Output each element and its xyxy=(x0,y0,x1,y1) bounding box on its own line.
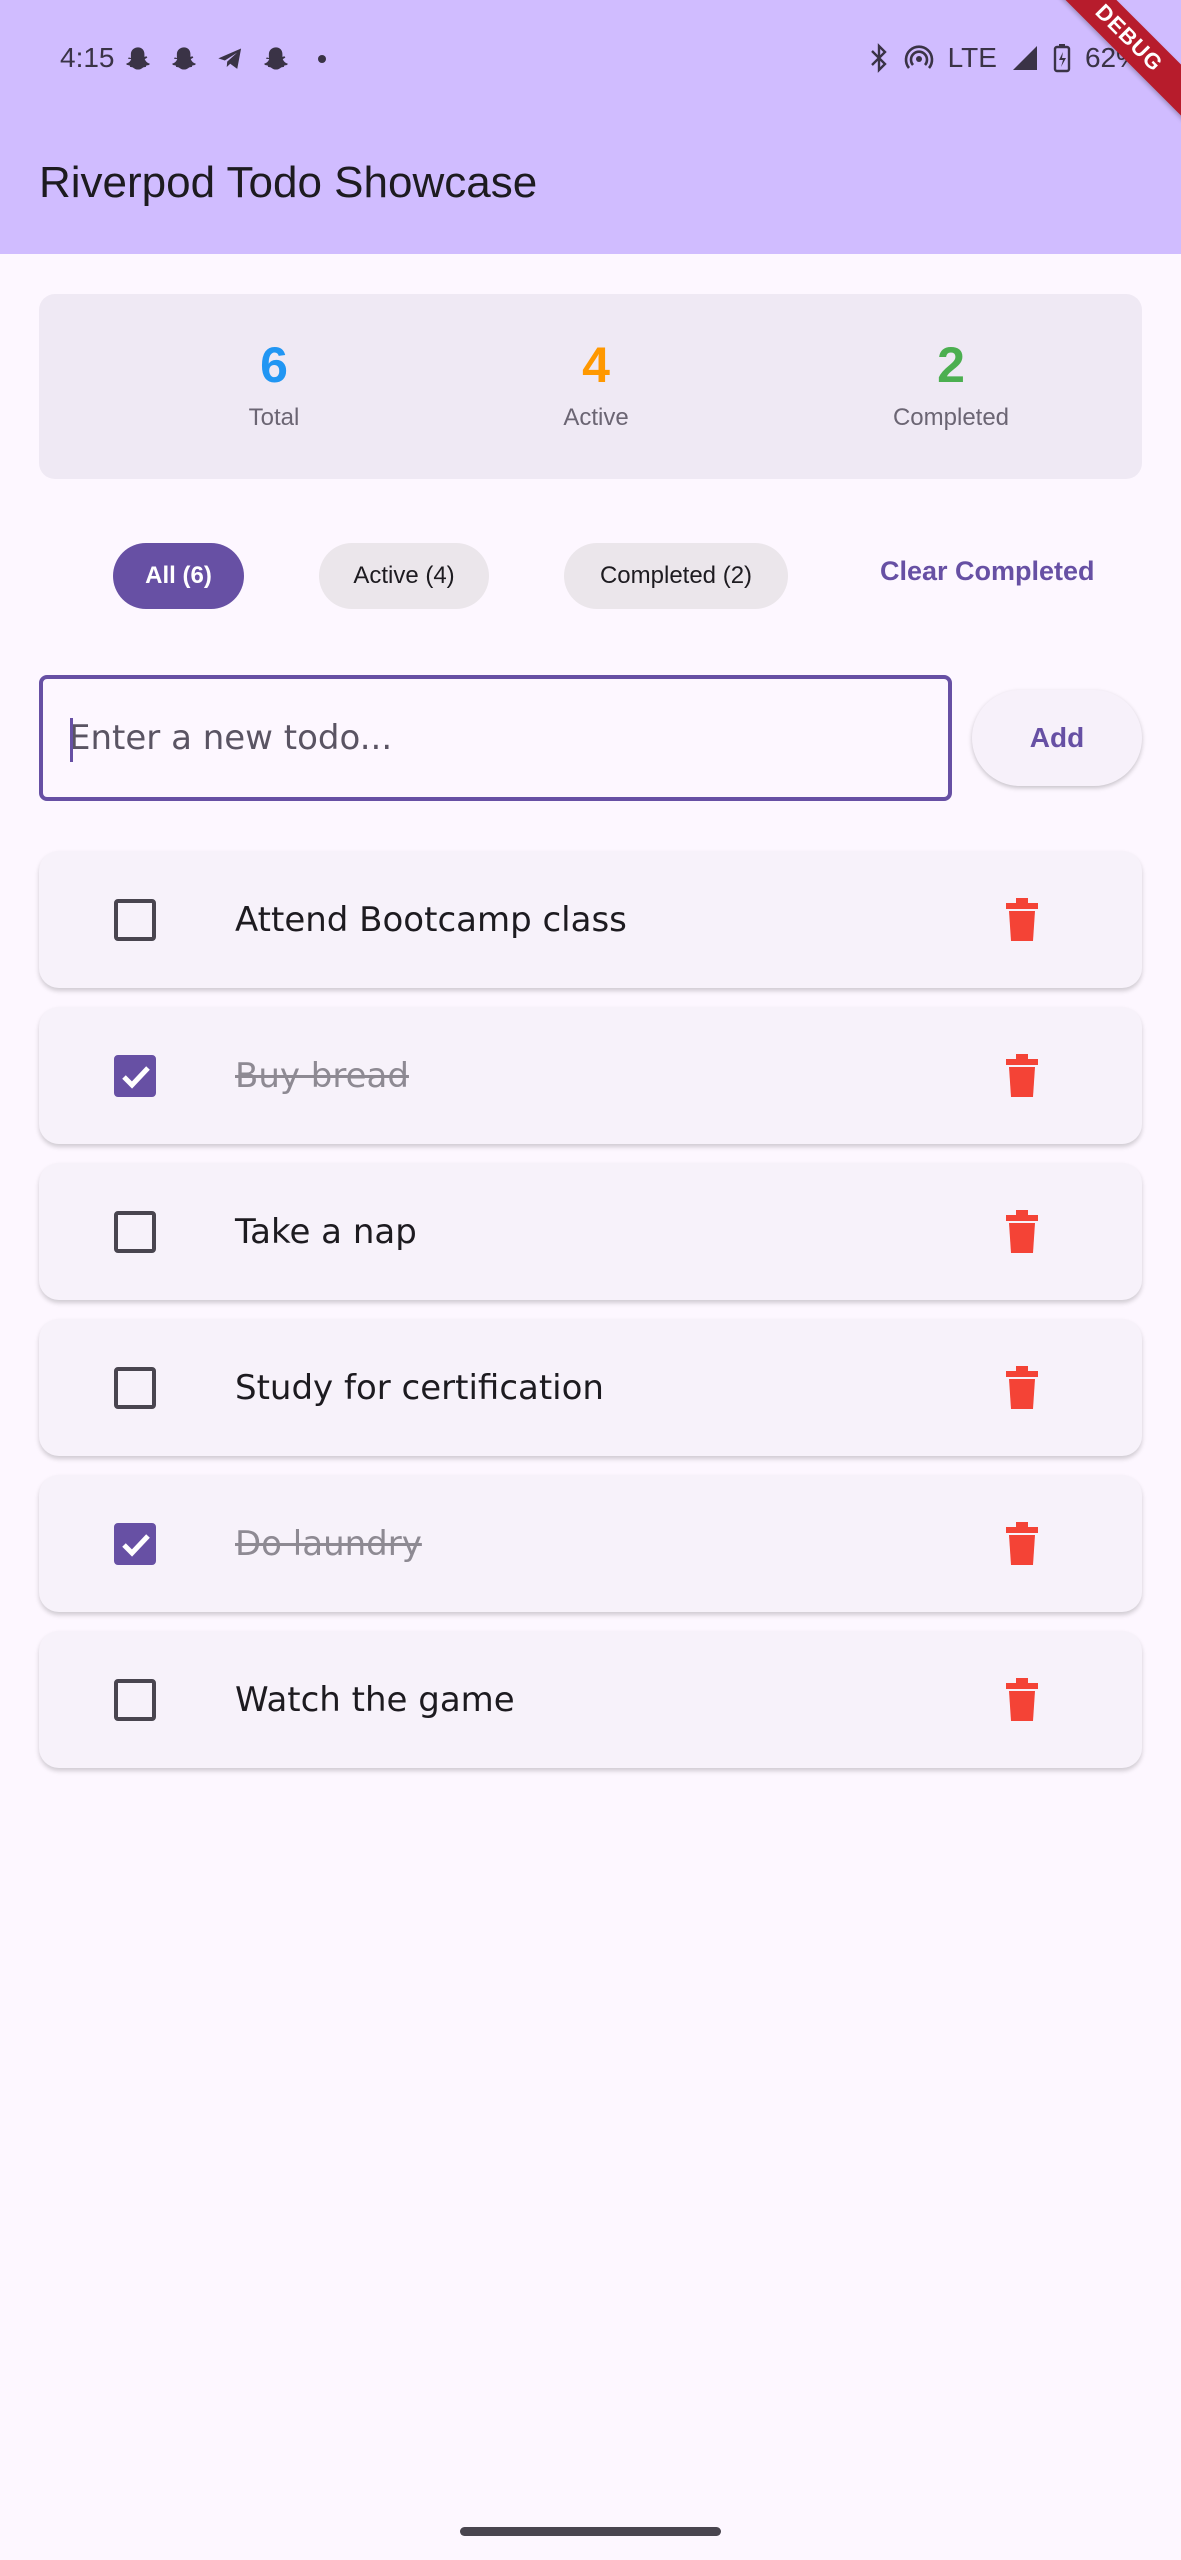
todo-item[interactable]: Study for certification xyxy=(39,1319,1142,1456)
filter-chip-active[interactable]: Active (4) xyxy=(319,543,489,609)
system-status: LTE 62% xyxy=(868,40,1141,76)
stat-active-value: 4 xyxy=(582,337,610,393)
stat-total-label: Total xyxy=(248,404,300,431)
stats-card: 6 Total 4 Active 2 Completed xyxy=(39,294,1142,479)
notification-icons xyxy=(122,42,338,76)
new-todo-field[interactable] xyxy=(39,675,952,801)
todo-item[interactable]: Watch the game xyxy=(39,1631,1142,1768)
text-caret xyxy=(70,718,73,762)
todo-item[interactable]: Do laundry xyxy=(39,1475,1142,1612)
new-todo-input[interactable] xyxy=(69,679,929,797)
todo-title: Study for certification xyxy=(235,1368,604,1408)
stat-completed-label: Completed xyxy=(892,404,1010,431)
todo-item[interactable]: Take a nap xyxy=(39,1163,1142,1300)
dot-icon xyxy=(306,43,338,75)
status-time: 4:15 xyxy=(60,42,115,73)
delete-icon[interactable] xyxy=(997,1519,1047,1569)
delete-icon[interactable] xyxy=(997,895,1047,945)
snapchat-icon xyxy=(168,43,200,75)
stat-completed: 2 Completed xyxy=(831,336,1071,432)
todo-checkbox-checked[interactable] xyxy=(114,1523,156,1565)
delete-icon[interactable] xyxy=(997,1051,1047,1101)
stat-active-label: Active xyxy=(563,404,629,431)
delete-icon[interactable] xyxy=(997,1363,1047,1413)
bluetooth-icon xyxy=(868,43,890,73)
signal-icon xyxy=(1011,44,1039,72)
filter-chip-all[interactable]: All (6) xyxy=(113,543,244,609)
add-todo-button[interactable]: Add xyxy=(972,690,1142,786)
todo-checkbox[interactable] xyxy=(114,1367,156,1409)
todo-checkbox-checked[interactable] xyxy=(114,1055,156,1097)
stat-completed-value: 2 xyxy=(937,337,965,393)
clear-completed-button[interactable]: Clear Completed xyxy=(880,556,1095,587)
delete-icon[interactable] xyxy=(997,1207,1047,1257)
todo-checkbox[interactable] xyxy=(114,899,156,941)
todo-title: Attend Bootcamp class xyxy=(235,900,627,940)
todo-checkbox[interactable] xyxy=(114,1211,156,1253)
todo-item[interactable]: Buy bread xyxy=(39,1007,1142,1144)
hotspot-icon xyxy=(904,43,934,73)
stat-total: 6 Total xyxy=(154,336,394,432)
delete-icon[interactable] xyxy=(997,1675,1047,1725)
todo-item[interactable]: Attend Bootcamp class xyxy=(39,851,1142,988)
todo-title: Take a nap xyxy=(235,1212,417,1252)
home-indicator[interactable] xyxy=(460,2527,721,2536)
telegram-icon xyxy=(214,43,246,75)
stat-total-value: 6 xyxy=(260,337,288,393)
todo-title-completed: Buy bread xyxy=(235,1056,409,1096)
network-type: LTE xyxy=(947,42,997,73)
page-title: Riverpod Todo Showcase xyxy=(39,158,538,207)
snapchat-icon xyxy=(122,43,154,75)
app-bar: 4:15 LTE 62% DEBUG Riverpod Todo Showcas… xyxy=(0,0,1181,254)
stat-active: 4 Active xyxy=(476,336,716,432)
status-bar: 4:15 LTE 62% xyxy=(0,0,1181,118)
battery-icon xyxy=(1053,43,1071,73)
snapchat-icon xyxy=(260,43,292,75)
todo-title: Watch the game xyxy=(235,1680,515,1720)
todo-checkbox[interactable] xyxy=(114,1679,156,1721)
todo-title-completed: Do laundry xyxy=(235,1524,422,1564)
filter-chip-completed[interactable]: Completed (2) xyxy=(564,543,788,609)
